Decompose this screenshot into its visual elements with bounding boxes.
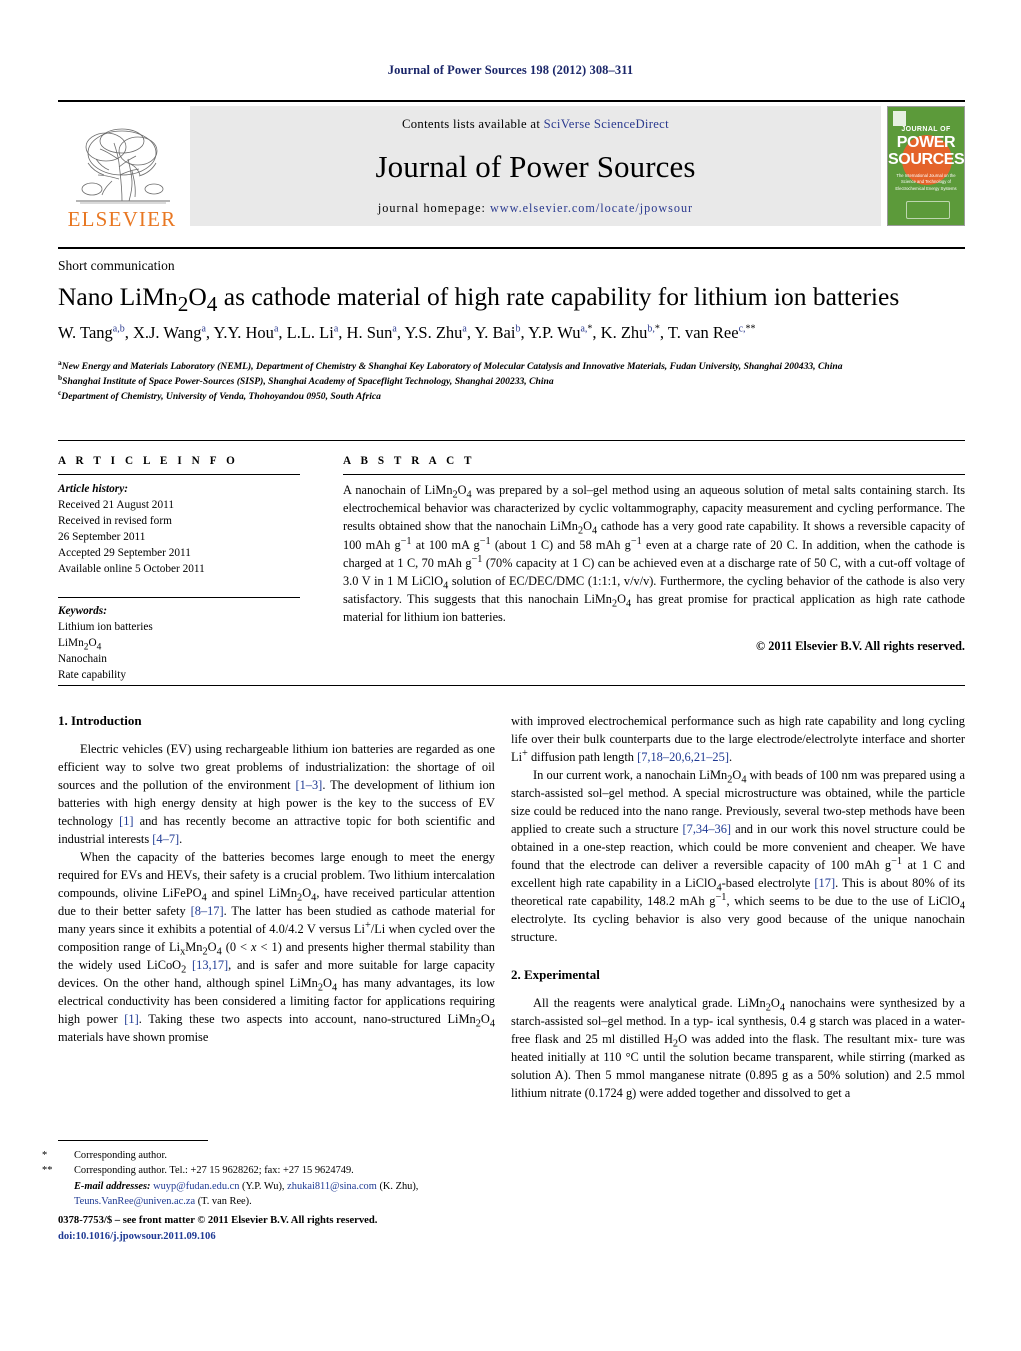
author-list: W. Tanga,b, X.J. Wanga, Y.Y. Houa, L.L. … [58, 323, 756, 342]
body-column-right: with improved electrochemical performanc… [511, 713, 965, 1103]
doi-link[interactable]: doi:10.1016/j.jpowsour.2011.09.106 [58, 1229, 495, 1245]
elsevier-tree-icon [76, 128, 170, 204]
body-column-left: 1. Introduction Electric vehicles (EV) u… [58, 713, 495, 1047]
history-item: 26 September 2011 [58, 531, 146, 544]
keywords-label: Keywords: [58, 605, 107, 618]
intro-paragraph-1: Electric vehicles (EV) using rechargeabl… [58, 742, 496, 846]
info-band-bottom-rule [58, 685, 965, 686]
keywords-block: Keywords: Lithium ion batteries LiMn2O4 … [58, 603, 300, 683]
keyword-item: Nanochain [58, 653, 107, 666]
article-type-label: Short communication [58, 258, 175, 273]
cover-line-2: POWER [896, 134, 956, 151]
issn-front-matter-line: 0378-7753/$ – see front matter © 2011 El… [58, 1215, 378, 1226]
email-owner-1: (Y.P. Wu), [242, 1180, 285, 1192]
abstract-panel: A B S T R A C T A nanochain of LiMn2O4 w… [343, 455, 965, 654]
abstract-rule [343, 474, 965, 475]
cover-badge [906, 201, 950, 219]
cover-elsevier-mark [893, 111, 906, 126]
email-owner-3: (T. van Ree). [197, 1196, 252, 1208]
affiliation-text: Shanghai Institute of Space Power-Source… [62, 375, 554, 387]
title-sub-1: 2 [177, 292, 189, 317]
running-head: Journal of Power Sources 198 (2012) 308–… [387, 63, 634, 77]
footnote-emails: E-mail addresses: wuyp@fudan.edu.cn (Y.P… [58, 1179, 495, 1210]
email-owner-2: (K. Zhu), [379, 1180, 419, 1192]
elsevier-logo: ELSEVIER [58, 102, 186, 230]
contents-prefix: Contents lists available at [402, 117, 544, 131]
affiliation-item: aNew Energy and Materials Laboratory (NE… [58, 359, 963, 375]
keyword-item: Rate capability [58, 669, 127, 682]
footnote-corresponding-1: * Corresponding author. [42, 1150, 167, 1161]
footnote-block: * Corresponding author. ** Corresponding a… [42, 1148, 495, 1210]
keyword-item: Lithium ion batteries [58, 621, 153, 634]
homepage-url-link[interactable]: www.elsevier.com/locate/jpowsour [490, 201, 693, 215]
footnote-divider-rule [58, 1140, 208, 1141]
journal-masthead: ELSEVIER Contents lists available at Sci… [58, 100, 965, 230]
affiliation-text: New Energy and Materials Laboratory (NEM… [61, 361, 843, 372]
title-divider-rule [58, 247, 965, 249]
contents-lists-line: Contents lists available at SciVerse Sci… [402, 117, 669, 132]
cover-subtitle: The International Journal on the Science… [895, 173, 957, 191]
sciencedirect-link[interactable]: SciVerse ScienceDirect [544, 117, 669, 131]
affiliation-item: cDepartment of Chemistry, University of … [58, 388, 963, 405]
affiliation-list: aNew Energy and Materials Laboratory (NE… [58, 359, 963, 405]
journal-title: Journal of Power Sources [375, 149, 696, 184]
info-band-top-rule [58, 440, 965, 441]
email-link-2[interactable]: zhukai811@sina.com [287, 1181, 377, 1192]
email-link-3[interactable]: Teuns.VanRee@univen.ac.za [74, 1196, 195, 1207]
intro-paragraph-3: In our current work, a nanochain LiMn2O4… [511, 767, 965, 944]
article-info-heading: A R T I C L E I N F O [58, 455, 239, 467]
homepage-label: journal homepage: [377, 201, 490, 215]
elsevier-wordmark: ELSEVIER [67, 207, 177, 231]
abstract-heading: A B S T R A C T [343, 455, 476, 467]
page-title: Nano LiMn2O4 as cathode material of high… [58, 282, 968, 315]
email-addresses-label: E-mail addresses: [74, 1180, 151, 1192]
experimental-paragraph-1: All the reagents were analytical grade. … [511, 995, 965, 1100]
section-title-experimental: 2. Experimental [511, 966, 600, 982]
imprint-block: 0378-7753/$ – see front matter © 2011 El… [58, 1213, 495, 1246]
journal-cover-thumbnail: JOURNAL OF POWER SOURCES The Internation… [887, 106, 965, 226]
footnote-corresponding-2-text: Corresponding author. Tel.: +27 15 96282… [74, 1165, 354, 1177]
title-part-2: O [188, 282, 207, 311]
email-link-1[interactable]: wuyp@fudan.edu.cn [153, 1181, 239, 1192]
intro-paragraph-2: When the capacity of the batteries becom… [58, 849, 496, 1044]
section-title-introduction: 1. Introduction [58, 713, 142, 728]
affiliation-text: Department of Chemistry, University of V… [61, 390, 381, 402]
history-item: Available online 5 October 2011 [58, 563, 205, 576]
footnote-corresponding-1-text: Corresponding author. [74, 1150, 167, 1161]
masthead-center-panel: Contents lists available at SciVerse Sci… [190, 106, 881, 226]
history-item: Received in revised form [58, 515, 172, 528]
affiliation-item: bShanghai Institute of Space Power-Sourc… [58, 373, 963, 390]
title-sub-2: 4 [206, 292, 218, 317]
keyword-item: LiMn2O4 [58, 637, 102, 653]
cover-line-3: SOURCES [888, 151, 965, 168]
intro-paragraph-2-continued: with improved electrochemical performanc… [511, 714, 965, 764]
article-history-label: Article history: [58, 483, 128, 495]
footnote-corresponding-2: ** Corresponding author. Tel.: +27 15 962… [42, 1165, 354, 1177]
title-part-1: Nano LiMn [58, 282, 178, 311]
journal-homepage-line: journal homepage: www.elsevier.com/locat… [378, 201, 693, 216]
abstract-text: A nanochain of LiMn2O4 was prepared by a… [343, 483, 965, 625]
history-item: Accepted 29 September 2011 [58, 547, 191, 560]
article-info-rule [58, 474, 300, 475]
journal-article-page: Journal of Power Sources 198 (2012) 308–… [0, 0, 1021, 1351]
history-item: Received 21 August 2011 [58, 499, 174, 512]
article-info-panel: A R T I C L E I N F O Article history: R… [58, 455, 300, 683]
keywords-rule [58, 597, 300, 599]
title-part-3: as cathode material of high rate capabil… [217, 282, 900, 311]
cover-line-1: JOURNAL OF [901, 126, 951, 133]
article-history-block: Article history: Received 21 August 2011… [58, 481, 300, 577]
abstract-copyright: © 2011 Elsevier B.V. All rights reserved… [755, 638, 965, 653]
